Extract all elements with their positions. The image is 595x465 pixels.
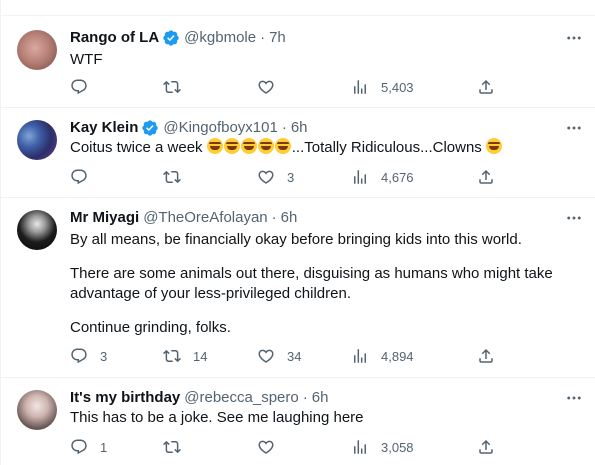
verified-badge-icon xyxy=(162,29,180,47)
share-icon xyxy=(477,347,495,365)
tweet[interactable]: Mr Miyagi @TheOreAfolayan · 6h By all me… xyxy=(1,197,595,377)
tweet-text: This has to be a joke. See me laughing h… xyxy=(70,409,364,426)
verified-badge-icon xyxy=(141,119,159,137)
timestamp[interactable]: 7h xyxy=(269,28,286,48)
tweet[interactable]: Kay Klein @Kingofboyx101 · 6h Coitus twi… xyxy=(1,107,595,197)
separator-dot: · xyxy=(260,29,266,46)
timeline-feed: Rango of LA @kgbmole · 7h WTF 5,403 Kay … xyxy=(0,0,595,465)
retweets-count: 14 xyxy=(193,348,208,364)
replies-count: 3 xyxy=(100,348,108,364)
like-button[interactable] xyxy=(257,77,275,97)
reply-icon xyxy=(70,78,88,96)
more-icon[interactable] xyxy=(564,28,584,48)
timestamp[interactable]: 6h xyxy=(291,118,308,138)
replies-count: 1 xyxy=(100,439,108,455)
tweet-actions: 5,403 xyxy=(70,77,500,97)
more-icon[interactable] xyxy=(564,118,584,138)
share-icon xyxy=(477,78,495,96)
views-button[interactable]: 5,403 xyxy=(351,77,414,97)
retweet-button[interactable] xyxy=(163,77,181,97)
like-button[interactable]: 3 xyxy=(257,167,294,187)
reply-icon xyxy=(70,438,88,456)
retweet-icon xyxy=(163,78,181,96)
share-button[interactable] xyxy=(477,167,495,187)
tweet-text-line: There are some animals out there, disgui… xyxy=(70,265,553,282)
author-handle[interactable]: @rebecca_spero xyxy=(184,388,298,408)
reply-button[interactable] xyxy=(70,167,88,187)
timestamp[interactable]: 6h xyxy=(281,208,298,228)
views-icon xyxy=(351,168,369,186)
reply-button[interactable] xyxy=(70,77,88,97)
tweet-actions: 1 3,058 xyxy=(70,437,500,457)
share-icon xyxy=(477,168,495,186)
like-icon xyxy=(257,347,275,365)
views-button[interactable]: 3,058 xyxy=(351,437,414,457)
tweet-text-line: By all means, be financially okay before… xyxy=(70,231,522,248)
author-handle[interactable]: @TheOreAfolayan xyxy=(143,208,267,228)
more-icon[interactable] xyxy=(564,388,584,408)
tweet-text-part: ...Totally Ridiculous...Clowns xyxy=(291,139,486,156)
author-handle[interactable]: @Kingofboyx101 xyxy=(163,118,277,138)
laughing-emoji-icon xyxy=(257,138,274,154)
retweet-button[interactable]: 14 xyxy=(163,346,207,366)
reply-icon xyxy=(70,168,88,186)
views-count: 4,894 xyxy=(381,348,414,364)
views-icon xyxy=(351,347,369,365)
retweet-button[interactable] xyxy=(163,167,181,187)
share-button[interactable] xyxy=(477,437,495,457)
likes-count: 3 xyxy=(287,169,295,185)
reply-icon xyxy=(70,347,88,365)
share-button[interactable] xyxy=(477,346,495,366)
author-name[interactable]: Kay Klein xyxy=(70,118,138,138)
likes-count: 34 xyxy=(287,348,302,364)
tears-of-joy-emoji-icon xyxy=(485,138,502,154)
more-icon[interactable] xyxy=(564,208,584,228)
avatar[interactable] xyxy=(17,210,57,250)
views-button[interactable]: 4,676 xyxy=(351,167,414,187)
like-button[interactable] xyxy=(257,437,275,457)
author-name[interactable]: It's my birthday xyxy=(70,388,180,408)
like-icon xyxy=(257,78,275,96)
tweet[interactable]: Rango of LA @kgbmole · 7h WTF 5,403 xyxy=(1,15,595,107)
like-icon xyxy=(257,438,275,456)
laughing-emoji-icon xyxy=(223,138,240,154)
tweet-actions: 3 14 34 4,894 xyxy=(70,346,500,366)
laughing-emoji-icon xyxy=(206,138,223,154)
retweet-icon xyxy=(163,438,181,456)
tweet[interactable]: It's my birthday @rebecca_spero · 6h Thi… xyxy=(1,377,595,465)
views-icon xyxy=(351,78,369,96)
views-count: 5,403 xyxy=(381,79,414,95)
separator-dot: · xyxy=(271,209,277,226)
laughing-emoji-icon xyxy=(274,138,291,154)
separator-dot: · xyxy=(302,389,308,406)
avatar[interactable] xyxy=(17,390,57,430)
avatar[interactable] xyxy=(17,120,57,160)
laughing-emoji-icon xyxy=(240,138,257,154)
separator-dot: · xyxy=(281,119,287,136)
tweet-actions: 3 4,676 xyxy=(70,167,500,187)
tweet-text: WTF xyxy=(70,51,103,68)
like-icon xyxy=(257,168,275,186)
views-count: 4,676 xyxy=(381,169,414,185)
tweet-text: Coitus twice a week ...Totally Ridiculou… xyxy=(70,138,503,158)
author-handle[interactable]: @kgbmole xyxy=(184,28,256,48)
author-name[interactable]: Mr Miyagi xyxy=(70,208,139,228)
reply-button[interactable]: 1 xyxy=(70,437,107,457)
retweet-icon xyxy=(163,168,181,186)
tweet-text-line: advantage of your less-privileged childr… xyxy=(70,285,351,302)
tweet-text-part: Coitus twice a week xyxy=(70,139,207,156)
retweet-icon xyxy=(163,347,181,365)
views-count: 3,058 xyxy=(381,439,414,455)
author-name[interactable]: Rango of LA xyxy=(70,28,159,48)
avatar[interactable] xyxy=(17,30,57,70)
retweet-button[interactable] xyxy=(163,437,181,457)
views-icon xyxy=(351,438,369,456)
like-button[interactable]: 34 xyxy=(257,346,301,366)
timestamp[interactable]: 6h xyxy=(312,388,329,408)
views-button[interactable]: 4,894 xyxy=(351,346,414,366)
reply-button[interactable]: 3 xyxy=(70,346,107,366)
share-button[interactable] xyxy=(477,77,495,97)
tweet-text-line: Continue grinding, folks. xyxy=(70,319,231,336)
share-icon xyxy=(477,438,495,456)
